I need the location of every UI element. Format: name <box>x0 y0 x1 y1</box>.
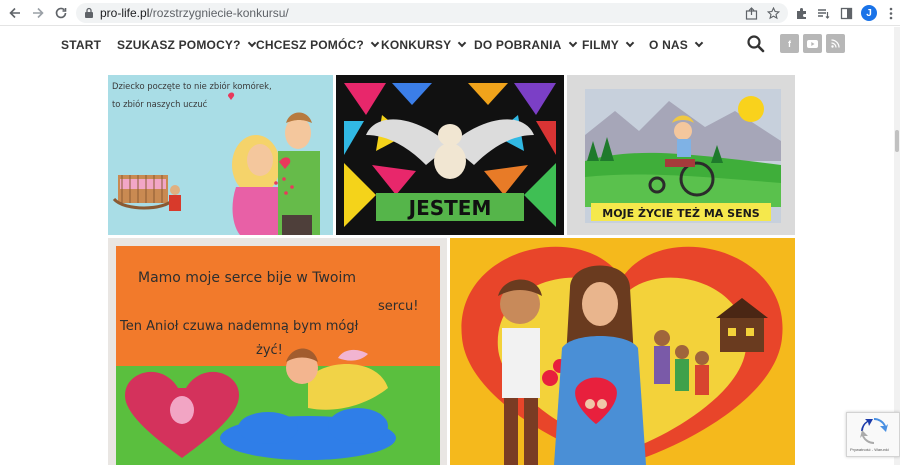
recaptcha-badge[interactable]: Prywatność - Warunki <box>846 412 900 457</box>
menu-kebab-icon[interactable] <box>882 4 900 22</box>
nav-label: START <box>61 38 102 52</box>
scrollbar-thumb[interactable] <box>895 130 899 152</box>
nav-item-chcesz-pomoc[interactable]: CHCESZ POMÓC? <box>256 38 380 52</box>
nav-item-szukasz-pomocy[interactable]: SZUKASZ POMOCY? <box>117 38 256 52</box>
drawing-caption: JESTEM <box>407 196 492 220</box>
chevron-down-icon <box>568 38 577 48</box>
recaptcha-footer-text: Prywatność - Warunki <box>850 447 889 452</box>
nav-item-filmy[interactable]: FILMY <box>582 38 635 52</box>
nav-label: DO POBRANIA <box>474 38 562 52</box>
nav-item-do-pobrania[interactable]: DO POBRANIA <box>474 38 577 52</box>
reload-icon[interactable] <box>52 4 70 22</box>
facebook-glyph: f <box>788 38 791 49</box>
gallery-image-2[interactable]: JESTEM <box>336 75 564 235</box>
drawing-caption: sercu! <box>378 299 418 314</box>
gallery-image-5[interactable] <box>450 238 795 465</box>
drawing-caption: Ten Anioł czuwa nademną bym mógł <box>119 319 359 334</box>
url-text: pro-life.pl/rozstrzygniecie-konkursu/ <box>100 6 289 20</box>
nav-label: O NAS <box>649 38 689 52</box>
chevron-down-icon <box>247 38 256 48</box>
profile-avatar[interactable]: J <box>861 5 877 21</box>
drawing-caption: żyć! <box>256 343 283 358</box>
gallery-image-3[interactable]: MOJE ŻYCIE TEŻ MA SENS <box>567 75 795 235</box>
browser-toolbar: pro-life.pl/rozstrzygniecie-konkursu/ J <box>0 0 900 26</box>
nav-item-o-nas[interactable]: O NAS <box>649 38 704 52</box>
nav-label: SZUKASZ POMOCY? <box>117 38 241 52</box>
share-icon[interactable] <box>743 5 759 21</box>
drawing-caption: to zbiór naszych uczuć <box>112 99 208 109</box>
nav-item-konkursy[interactable]: KONKURSY <box>381 38 467 52</box>
rss-icon[interactable]: rss <box>826 34 845 53</box>
chevron-down-icon <box>458 38 467 48</box>
bookmark-star-icon[interactable] <box>765 5 781 21</box>
side-panel-icon[interactable] <box>837 4 855 22</box>
url-domain: pro-life.pl <box>100 6 150 20</box>
back-icon[interactable] <box>6 4 24 22</box>
nav-label: KONKURSY <box>381 38 452 52</box>
address-bar[interactable]: pro-life.pl/rozstrzygniecie-konkursu/ <box>76 3 788 23</box>
nav-item-start[interactable]: START <box>61 38 101 52</box>
search-icon[interactable] <box>745 33 767 55</box>
url-path: /rozstrzygniecie-konkursu/ <box>149 6 289 20</box>
nav-label: FILMY <box>582 38 619 52</box>
drawing-caption: MOJE ŻYCIE TEŻ MA SENS <box>602 206 760 220</box>
page-scrollbar[interactable] <box>894 27 900 465</box>
recaptcha-icon <box>860 418 888 444</box>
gallery-image-4[interactable]: Mamo moje serce bije w Twoim sercu! Ten … <box>108 238 447 465</box>
nav-label: CHCESZ POMÓC? <box>256 38 364 52</box>
drawing-caption: Dziecko poczęte to nie zbiór komórek, <box>112 81 272 91</box>
drawing-caption: Mamo moje serce bije w Twoim <box>138 270 356 286</box>
chevron-down-icon <box>370 38 380 48</box>
lock-icon <box>85 7 93 18</box>
extensions-icon[interactable] <box>792 4 810 22</box>
chevron-down-icon <box>694 38 704 48</box>
forward-icon[interactable] <box>29 4 47 22</box>
youtube-icon[interactable]: ▶ <box>803 34 822 53</box>
facebook-icon[interactable]: f <box>780 34 799 53</box>
reading-list-icon[interactable] <box>814 4 832 22</box>
gallery-image-1[interactable]: Dziecko poczęte to nie zbiór komórek, to… <box>108 75 333 235</box>
chevron-down-icon <box>625 38 635 48</box>
